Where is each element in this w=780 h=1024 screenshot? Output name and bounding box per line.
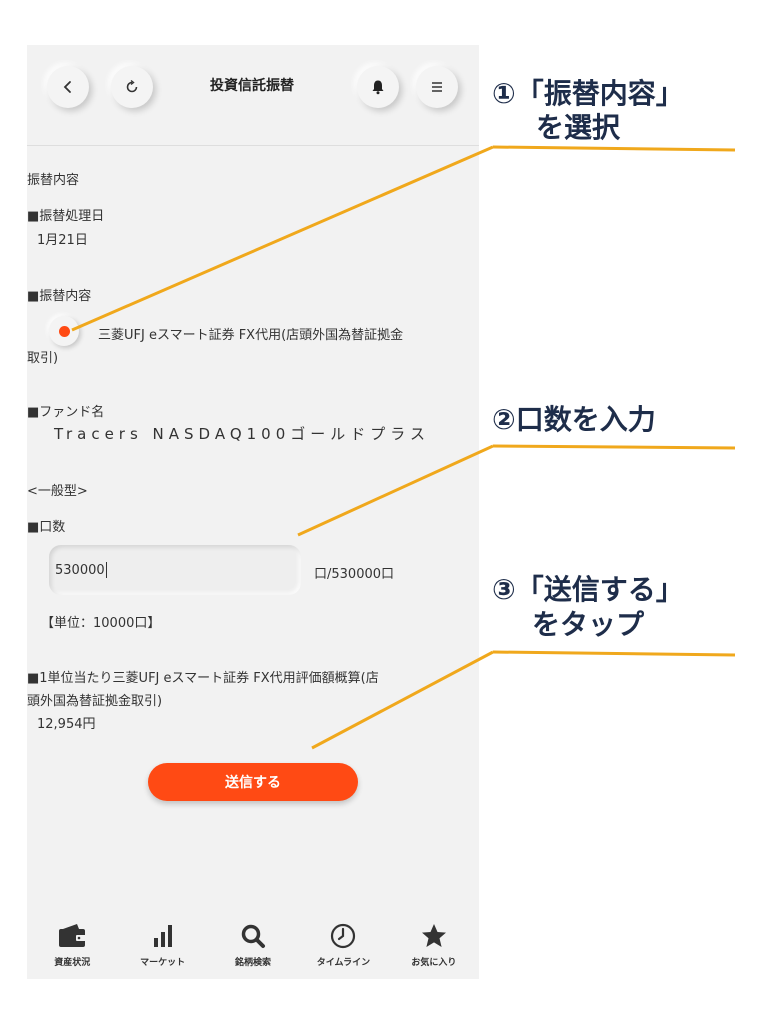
quantity-value: 530000 (55, 562, 105, 578)
fund-label: ■ファンド名 (27, 405, 105, 420)
valuation-value: 12,954円 (37, 717, 96, 732)
annotation-step1-line2: を選択 (536, 111, 621, 144)
bar-chart-icon (153, 925, 172, 947)
tab-label: マーケット (140, 958, 186, 968)
qty-max: 口/530000口 (314, 567, 395, 582)
clock-icon (331, 923, 356, 949)
fund-name: Tracers NASDAQ100ゴールドプラス (54, 425, 430, 443)
tab-label: 資産状況 (54, 958, 91, 968)
unit-note: 【単位：10000口】 (41, 616, 161, 631)
tab-label: タイムライン (316, 958, 371, 968)
qty-label: ■口数 (27, 520, 66, 535)
submit-button[interactable]: 送信する (148, 763, 358, 801)
annotation-underline-1 (492, 145, 736, 152)
annotation-underline-3 (492, 650, 736, 657)
tab-label: お気に入り (411, 958, 457, 968)
annotation-underline-2 (492, 444, 736, 450)
page-title: 投資信託振替 (210, 78, 294, 94)
refresh-icon (126, 79, 138, 93)
text-cursor (105, 562, 107, 578)
date-value: 1月21日 (37, 233, 88, 248)
app-header: 投資信託振替 (27, 45, 479, 146)
section-title: 振替内容 (27, 173, 80, 188)
tab-favorites[interactable]: お気に入り (389, 911, 479, 979)
back-button[interactable] (47, 66, 89, 108)
date-label: ■振替処理日 (27, 209, 105, 224)
valuation-label-cont: 頭外国為替証拠金取引) (27, 694, 163, 709)
content-label: ■振替内容 (27, 289, 92, 304)
annotation-step2: ②口数を入力 (492, 403, 656, 436)
tab-timeline[interactable]: タイムライン (298, 911, 388, 979)
tab-label: 銘柄検索 (235, 958, 272, 968)
refresh-button[interactable] (111, 66, 153, 108)
annotation-step3-line1: ③「送信する」 (492, 573, 684, 606)
menu-icon (432, 82, 442, 92)
quantity-input[interactable]: 530000 (49, 545, 301, 595)
menu-button[interactable] (416, 66, 458, 108)
chevron-left-icon (63, 81, 71, 93)
phone-screen: 投資信託振替 振替内容 ■振替処理日 1月21日 ■振替内容 三菱UFJ eスマ… (27, 45, 479, 979)
fund-type: <一般型> (27, 484, 88, 499)
bottom-tab-bar: 資産状況 マーケット 銘柄検索 タイムライン お気に入り (27, 911, 479, 979)
notification-button[interactable] (357, 66, 399, 108)
annotation-step3-line2: をタップ (532, 608, 645, 641)
transfer-option-label-cont[interactable]: 取引) (27, 347, 58, 366)
tab-search[interactable]: 銘柄検索 (208, 911, 298, 979)
wallet-icon (59, 924, 87, 947)
bell-icon (372, 80, 384, 95)
transfer-option-label[interactable]: 三菱UFJ eスマート証券 FX代用(店頭外国為替証拠金 (98, 324, 403, 343)
radio-selected-dot (58, 325, 70, 337)
star-icon (421, 924, 446, 947)
transfer-option-radio[interactable] (49, 316, 79, 346)
search-icon (241, 924, 266, 948)
tab-assets[interactable]: 資産状況 (27, 911, 117, 979)
tab-market[interactable]: マーケット (117, 911, 207, 979)
valuation-label: ■1単位当たり三菱UFJ eスマート証券 FX代用評価額概算(店 (27, 671, 379, 686)
